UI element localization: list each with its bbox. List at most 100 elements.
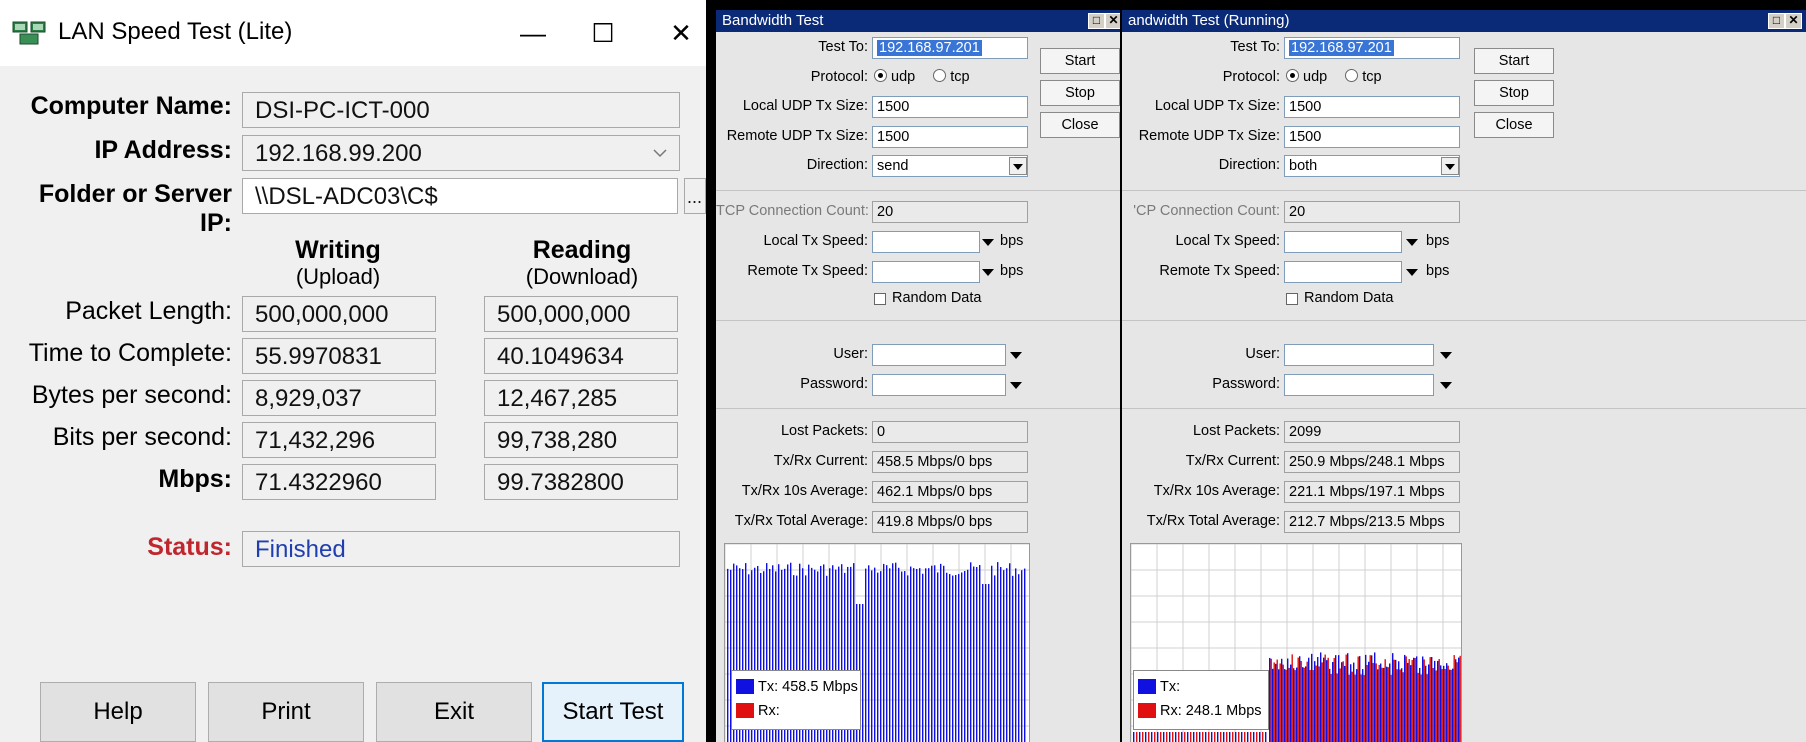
bw1-close-dialog-button[interactable]: Close: [1040, 112, 1120, 138]
bw1-user-dropdown-icon[interactable]: [1010, 352, 1022, 359]
ip-address-select[interactable]: 192.168.99.200: [242, 135, 680, 171]
tx-bar: [1419, 667, 1421, 742]
bw2-local-speed-dropdown-icon[interactable]: [1406, 239, 1418, 246]
bw1-tcp-count-input[interactable]: 20: [872, 201, 1028, 223]
time-to-complete-read: 40.1049634: [484, 338, 678, 374]
bw1-close-button[interactable]: ✕: [1105, 13, 1120, 29]
rx-bar: [1414, 658, 1416, 742]
tx-bar: [931, 565, 933, 742]
traffic-bar: [1244, 732, 1246, 742]
bw1-password-input[interactable]: [872, 374, 1006, 396]
packet-length-write: 500,000,000: [242, 296, 436, 332]
folder-server-input[interactable]: \\DSL-ADC03\C$: [242, 178, 678, 214]
bw2-tcp-count-input[interactable]: 20: [1284, 201, 1460, 223]
tx-bar: [892, 563, 894, 742]
bw2-test-to-input[interactable]: 192.168.97.201: [1284, 37, 1460, 59]
bw2-random-data-checkbox[interactable]: [1286, 293, 1298, 305]
bw2-password-dropdown-icon[interactable]: [1440, 382, 1452, 389]
bw2-tcp-radio[interactable]: [1345, 69, 1359, 82]
bw1-direction-dropdown-icon[interactable]: [1009, 157, 1027, 175]
bw1-udp-radio[interactable]: [874, 69, 887, 82]
bw1-direction-select[interactable]: send: [872, 155, 1028, 177]
rx-swatch: [1138, 703, 1156, 718]
traffic-bar: [1163, 732, 1165, 742]
tx-bar: [1368, 661, 1370, 742]
bw1-remote-speed-unit: bps: [1000, 263, 1024, 279]
traffic-bar: [1238, 732, 1240, 742]
bw1-local-speed-input[interactable]: [872, 231, 980, 253]
bw2-legend-tx: Tx:: [1138, 679, 1180, 695]
bw2-direction-select[interactable]: both: [1284, 155, 1460, 177]
bw1-local-udp-input[interactable]: 1500: [872, 96, 1028, 118]
bw2-remote-speed-input[interactable]: [1284, 261, 1402, 283]
close-button[interactable]: ✕: [648, 10, 706, 56]
bw2-stop-button[interactable]: Stop: [1474, 80, 1554, 106]
bw2-legend-rx-text: Rx: 248.1 Mbps: [1160, 703, 1262, 719]
bw2-close-dialog-button[interactable]: Close: [1474, 112, 1554, 138]
bw1-remote-speed-dropdown-icon[interactable]: [982, 269, 994, 276]
tx-bar: [910, 566, 912, 742]
bw1-legend-tx-text: Tx: 458.5 Mbps: [758, 679, 858, 695]
tx-bar: [1452, 668, 1454, 742]
time-to-complete-write: 55.9970831: [242, 338, 436, 374]
bw2-direction-dropdown-icon[interactable]: [1441, 157, 1459, 175]
tx-bar: [1332, 662, 1334, 742]
rx-bar: [1285, 669, 1287, 742]
bw1-password-dropdown-icon[interactable]: [1010, 382, 1022, 389]
bw1-local-speed-dropdown-icon[interactable]: [982, 239, 994, 246]
bw2-test-to-value: 192.168.97.201: [1289, 40, 1394, 56]
bw2-remote-speed-label: Remote Tx Speed:: [1159, 263, 1280, 279]
tx-bar: [1350, 664, 1352, 742]
tx-bar: [1359, 656, 1361, 742]
bw2-local-speed-input[interactable]: [1284, 231, 1402, 253]
bw2-close-button[interactable]: ✕: [1785, 13, 1802, 29]
rx-bar: [1303, 667, 1305, 742]
maximize-button[interactable]: ☐: [570, 10, 636, 56]
tx-bar: [1362, 669, 1364, 742]
bw1-remote-speed-input[interactable]: [872, 261, 980, 283]
bw1-stop-button[interactable]: Stop: [1040, 80, 1120, 106]
bw1-random-data-checkbox[interactable]: [874, 293, 886, 305]
bw1-maximize-button[interactable]: □: [1088, 13, 1105, 29]
bw2-remote-speed-dropdown-icon[interactable]: [1406, 269, 1418, 276]
tx-bar: [1290, 664, 1292, 742]
bw1-legend-tx: Tx: 458.5 Mbps: [736, 679, 858, 695]
browse-button[interactable]: ...: [684, 178, 706, 214]
tx-bar: [1410, 665, 1412, 742]
bw1-user-input[interactable]: [872, 344, 1006, 366]
tx-bar: [1374, 652, 1376, 742]
bw1-tcp-radio[interactable]: [933, 69, 947, 82]
bw2-start-button[interactable]: Start: [1474, 48, 1554, 74]
traffic-bar: [1169, 732, 1171, 742]
bw2-legend-tx-text: Tx:: [1160, 679, 1181, 695]
bw1-remote-udp-input[interactable]: 1500: [872, 126, 1028, 148]
tx-bar: [898, 567, 900, 742]
bw2-user-dropdown-icon[interactable]: [1440, 352, 1452, 359]
exit-button[interactable]: Exit: [376, 682, 532, 742]
tx-bar: [979, 565, 981, 742]
bw2-maximize-button[interactable]: □: [1768, 13, 1785, 29]
separator: [1122, 408, 1806, 409]
minimize-button[interactable]: —: [500, 10, 566, 56]
status-field: Finished: [242, 531, 680, 567]
tx-bar: [874, 567, 876, 742]
bw1-start-button[interactable]: Start: [1040, 48, 1120, 74]
print-button[interactable]: Print: [208, 682, 364, 742]
tx-bar: [1003, 570, 1005, 742]
tx-bar: [1308, 657, 1310, 742]
bw2-udp-radio[interactable]: [1286, 69, 1299, 82]
rx-bar: [1456, 662, 1458, 742]
tx-bar: [1335, 655, 1337, 742]
help-button[interactable]: Help: [40, 682, 196, 742]
bw2-password-input[interactable]: [1284, 374, 1434, 396]
bw2-local-udp-input[interactable]: 1500: [1284, 96, 1460, 118]
bw1-test-to-input[interactable]: 192.168.97.201: [872, 37, 1028, 59]
tx-bar: [1296, 667, 1298, 742]
tx-bar: [1015, 568, 1017, 742]
bw2-user-input[interactable]: [1284, 344, 1434, 366]
tx-bar: [1425, 665, 1427, 742]
bw2-remote-udp-input[interactable]: 1500: [1284, 126, 1460, 148]
tx-bar: [1455, 659, 1457, 742]
tx-bar: [1287, 658, 1289, 742]
start-test-button[interactable]: Start Test: [542, 682, 684, 742]
